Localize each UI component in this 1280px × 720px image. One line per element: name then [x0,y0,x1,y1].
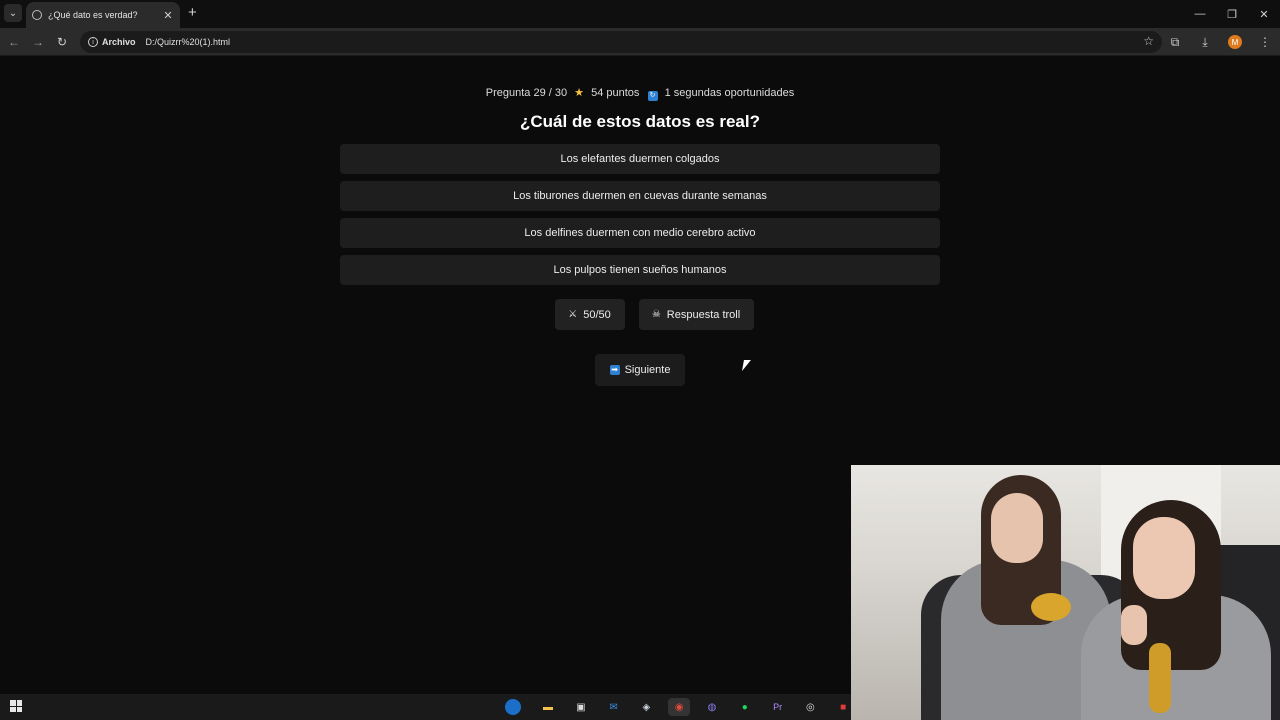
plush-toy [1149,643,1171,713]
answer-list: Los elefantes duermen colgados Los tibur… [340,144,940,292]
close-window-button[interactable]: ✕ [1248,0,1280,28]
chrome-icon[interactable]: ◉ [668,698,691,716]
menu-kebab-icon[interactable]: ⋮ [1250,35,1280,49]
question-title: ¿Cuál de estos datos es real? [520,112,760,131]
tab-strip: ⌄ ¿Qué dato es verdad? ✕ + — ❐ ✕ [0,0,1280,28]
browser-toolbar: ← → ↻ i Archivo D:/Quizrr%20(1).html ☆ ⧉… [0,28,1280,56]
steam-icon[interactable]: ◈ [635,698,657,716]
file-explorer-icon[interactable]: ▬ [537,698,559,716]
mail-icon[interactable]: ✉ [603,698,625,716]
tab-title: ¿Qué dato es verdad? [48,10,138,20]
answer-option[interactable]: Los pulpos tienen sueños humanos [340,255,940,285]
info-icon[interactable]: i [88,37,98,47]
fifty-fifty-button[interactable]: ⚔ 50/50 [554,299,625,330]
restore-button[interactable]: ❐ [1216,0,1248,28]
arrow-right-icon: ➡ [609,365,620,375]
next-label: Siguiente [624,364,671,376]
answer-option[interactable]: Los delfines duermen con medio cerebro a… [340,218,940,248]
close-tab-icon[interactable]: ✕ [162,9,174,22]
taskbar: ▬ ▣ ✉ ◈ ◉ ◍ ● Pr ◎ ■ [0,694,851,720]
answer-option[interactable]: Los elefantes duermen colgados [340,144,940,174]
bookmark-star-icon[interactable]: ☆ [1143,34,1154,48]
screen: ⌄ ¿Qué dato es verdad? ✕ + — ❐ ✕ ← → ↻ i… [0,0,1280,720]
back-button[interactable]: ← [6,34,22,50]
troll-answer-button[interactable]: ☠ Respuesta troll [638,299,754,330]
discord-icon[interactable]: ◍ [701,698,723,716]
address-scheme: Archivo [102,37,136,47]
reload-button[interactable]: ↻ [54,34,70,50]
browser-tab[interactable]: ¿Qué dato es verdad? ✕ [26,2,180,28]
person-face [1133,517,1195,599]
skull-icon: ☠ [651,309,661,320]
fifty-fifty-label: 50/50 [583,308,611,321]
premiere-icon[interactable]: Pr [767,698,789,716]
next-button[interactable]: ➡ Siguiente [595,354,685,386]
download-icon[interactable]: ⤓ [1190,35,1220,50]
window-controls: — ❐ ✕ [1184,0,1280,28]
person-face [991,493,1043,563]
address-bar[interactable]: i Archivo D:/Quizrr%20(1).html ☆ [80,31,1162,53]
edge-icon[interactable] [505,699,521,715]
mouse-cursor [742,360,751,371]
points-text: 54 puntos [591,87,640,99]
crossed-swords-icon: ⚔ [568,309,578,320]
extensions-icon[interactable]: ⧉ [1160,35,1190,50]
question-progress: Pregunta 29 / 30 [485,87,568,99]
star-icon: ★ [574,87,585,99]
troll-answer-label: Respuesta troll [666,308,741,321]
globe-icon [32,10,42,20]
obs-icon[interactable]: ◎ [799,698,821,716]
minimize-button[interactable]: — [1184,0,1216,28]
answer-option[interactable]: Los tiburones duermen en cuevas durante … [340,181,940,211]
powerups: ⚔ 50/50 ☠ Respuesta troll [0,299,1280,330]
status-bar: Pregunta 29 / 30 ★ 54 puntos ↻ 1 segunda… [0,86,1280,101]
windows-start-icon[interactable] [10,700,22,712]
webcam-overlay [851,465,1280,720]
tab-search-button[interactable]: ⌄ [4,4,22,22]
forward-button[interactable]: → [30,34,46,50]
store-icon[interactable]: ▣ [570,698,592,716]
new-tab-button[interactable]: + [188,5,197,21]
retry-icon: ↻ [647,91,658,101]
hand [1121,605,1147,645]
plush-toy [1031,593,1071,621]
second-chances-text: 1 segundas oportunidades [664,87,795,99]
address-url[interactable]: D:/Quizrr%20(1).html [146,37,231,47]
toolbar-actions: ⧉ ⤓ M ⋮ [1160,28,1280,56]
profile-avatar[interactable]: M [1228,35,1242,49]
taskbar-apps: ▬ ▣ ✉ ◈ ◉ ◍ ● Pr ◎ ■ [505,694,865,720]
spotify-icon[interactable]: ● [734,698,756,716]
